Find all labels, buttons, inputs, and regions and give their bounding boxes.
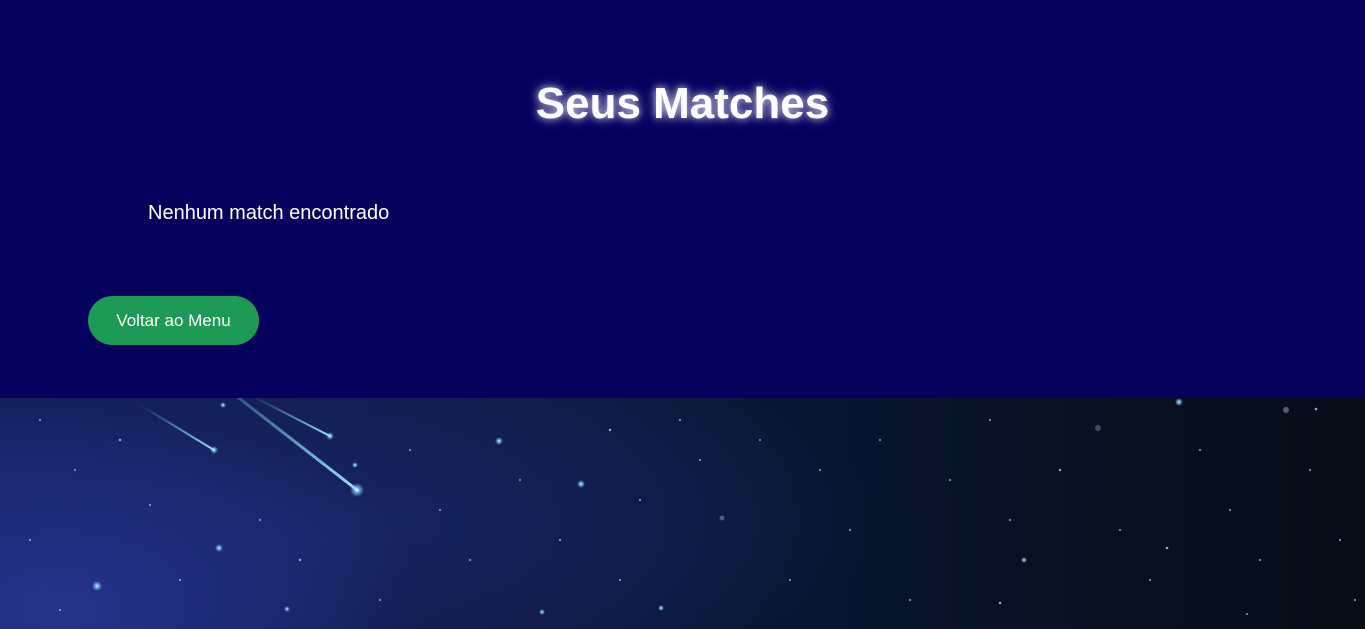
shooting-star-head (326, 432, 334, 440)
shooting-star-head (350, 483, 364, 497)
empty-state-message: Nenhum match encontrado (148, 202, 390, 224)
page-title: Seus Matches (535, 79, 830, 128)
back-to-menu-button[interactable]: Voltar ao Menu (88, 296, 259, 345)
matches-page: Seus Matches Nenhum match encontrado Vol… (0, 0, 1365, 629)
shooting-star (139, 404, 215, 451)
shooting-star-head (210, 446, 218, 454)
matches-panel: Seus Matches Nenhum match encontrado Vol… (0, 0, 1365, 398)
